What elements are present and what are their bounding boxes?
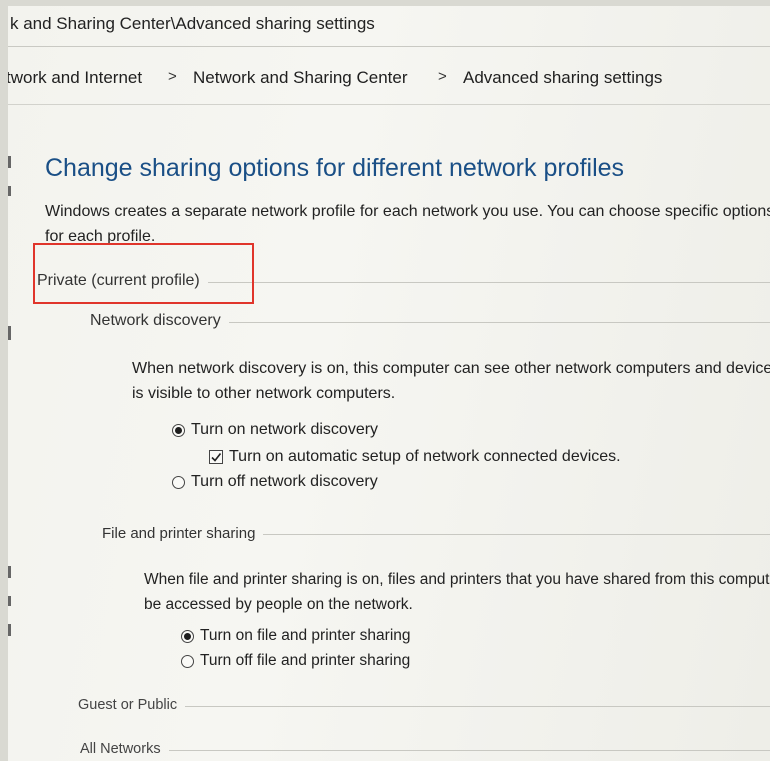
option-label: Turn on network discovery — [191, 421, 379, 438]
address-bar[interactable]: twork and Internet > Network and Sharing… — [8, 56, 770, 105]
option-label: Turn on automatic setup of network conne… — [229, 448, 621, 465]
all-networks-label: All Networks — [80, 741, 161, 757]
radio-selected-icon[interactable] — [181, 629, 194, 643]
left-edge-mark — [8, 156, 11, 168]
radio-unselected-icon[interactable] — [172, 475, 185, 489]
left-edge-mark — [8, 624, 11, 636]
turn-on-network-discovery-radio[interactable]: Turn on network discovery — [172, 421, 378, 439]
left-edge-mark — [8, 326, 11, 340]
section-divider — [207, 281, 770, 283]
file-printer-sharing-header[interactable]: File and printer sharing — [102, 520, 770, 546]
left-edge-mark — [8, 566, 11, 578]
option-label: Turn off network discovery — [191, 473, 378, 490]
turn-off-network-discovery-radio[interactable]: Turn off network discovery — [172, 473, 378, 491]
file-printer-sharing-label: File and printer sharing — [102, 524, 256, 542]
guest-public-profile-header[interactable]: Guest or Public — [78, 692, 770, 718]
page-description: Windows creates a separate network profi… — [45, 203, 770, 245]
turn-on-file-printer-sharing-radio[interactable]: Turn on file and printer sharing — [181, 627, 411, 645]
highlight-annotation — [33, 243, 254, 304]
section-divider — [228, 321, 770, 323]
guest-public-label: Guest or Public — [78, 697, 178, 713]
window-title: k and Sharing Center\Advanced sharing se… — [10, 14, 375, 33]
option-label: Turn off file and printer sharing — [200, 652, 411, 669]
option-label: Turn on file and printer sharing — [200, 627, 411, 644]
left-edge-mark — [8, 596, 11, 606]
checkbox-checked-icon[interactable] — [209, 450, 223, 464]
page-title: Change sharing options for different net… — [45, 154, 625, 182]
breadcrumb-network-internet[interactable]: twork and Internet — [8, 68, 142, 88]
network-discovery-label: Network discovery — [90, 312, 221, 329]
network-discovery-header[interactable]: Network discovery — [90, 308, 770, 334]
auto-setup-checkbox[interactable]: Turn on automatic setup of network conne… — [209, 448, 621, 466]
breadcrumb-advanced-sharing: Advanced sharing settings — [463, 68, 663, 87]
section-divider — [185, 705, 770, 707]
radio-unselected-icon[interactable] — [181, 654, 194, 668]
control-panel-window: k and Sharing Center\Advanced sharing se… — [8, 6, 770, 761]
breadcrumb-separator-icon: > — [168, 68, 177, 85]
radio-selected-icon[interactable] — [172, 423, 185, 437]
all-networks-profile-header[interactable]: All Networks — [80, 736, 770, 761]
section-divider — [263, 533, 770, 535]
network-discovery-description: When network discovery is on, this compu… — [132, 360, 770, 402]
turn-off-file-printer-sharing-radio[interactable]: Turn off file and printer sharing — [181, 652, 410, 670]
left-edge-mark — [8, 186, 11, 196]
file-printer-sharing-description: When file and printer sharing is on, fil… — [144, 571, 770, 613]
breadcrumb-separator-icon: > — [438, 68, 447, 85]
section-divider — [168, 749, 770, 751]
title-bar: k and Sharing Center\Advanced sharing se… — [8, 6, 770, 47]
breadcrumb-network-sharing-center[interactable]: Network and Sharing Center — [193, 68, 408, 88]
